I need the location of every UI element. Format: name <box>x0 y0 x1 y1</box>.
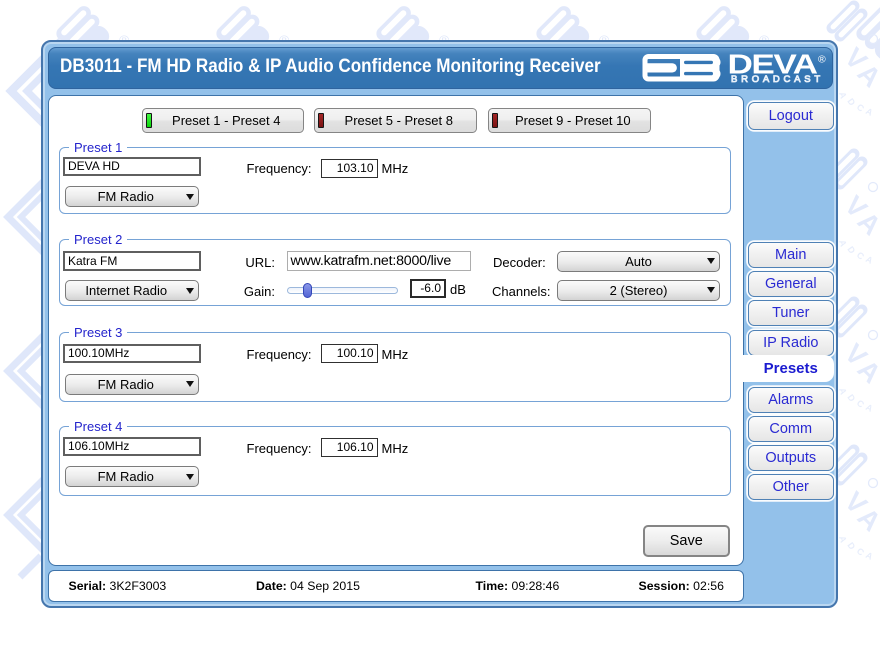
svg-text:®: ® <box>818 54 826 66</box>
svg-text:BROADCAST: BROADCAST <box>731 74 824 84</box>
